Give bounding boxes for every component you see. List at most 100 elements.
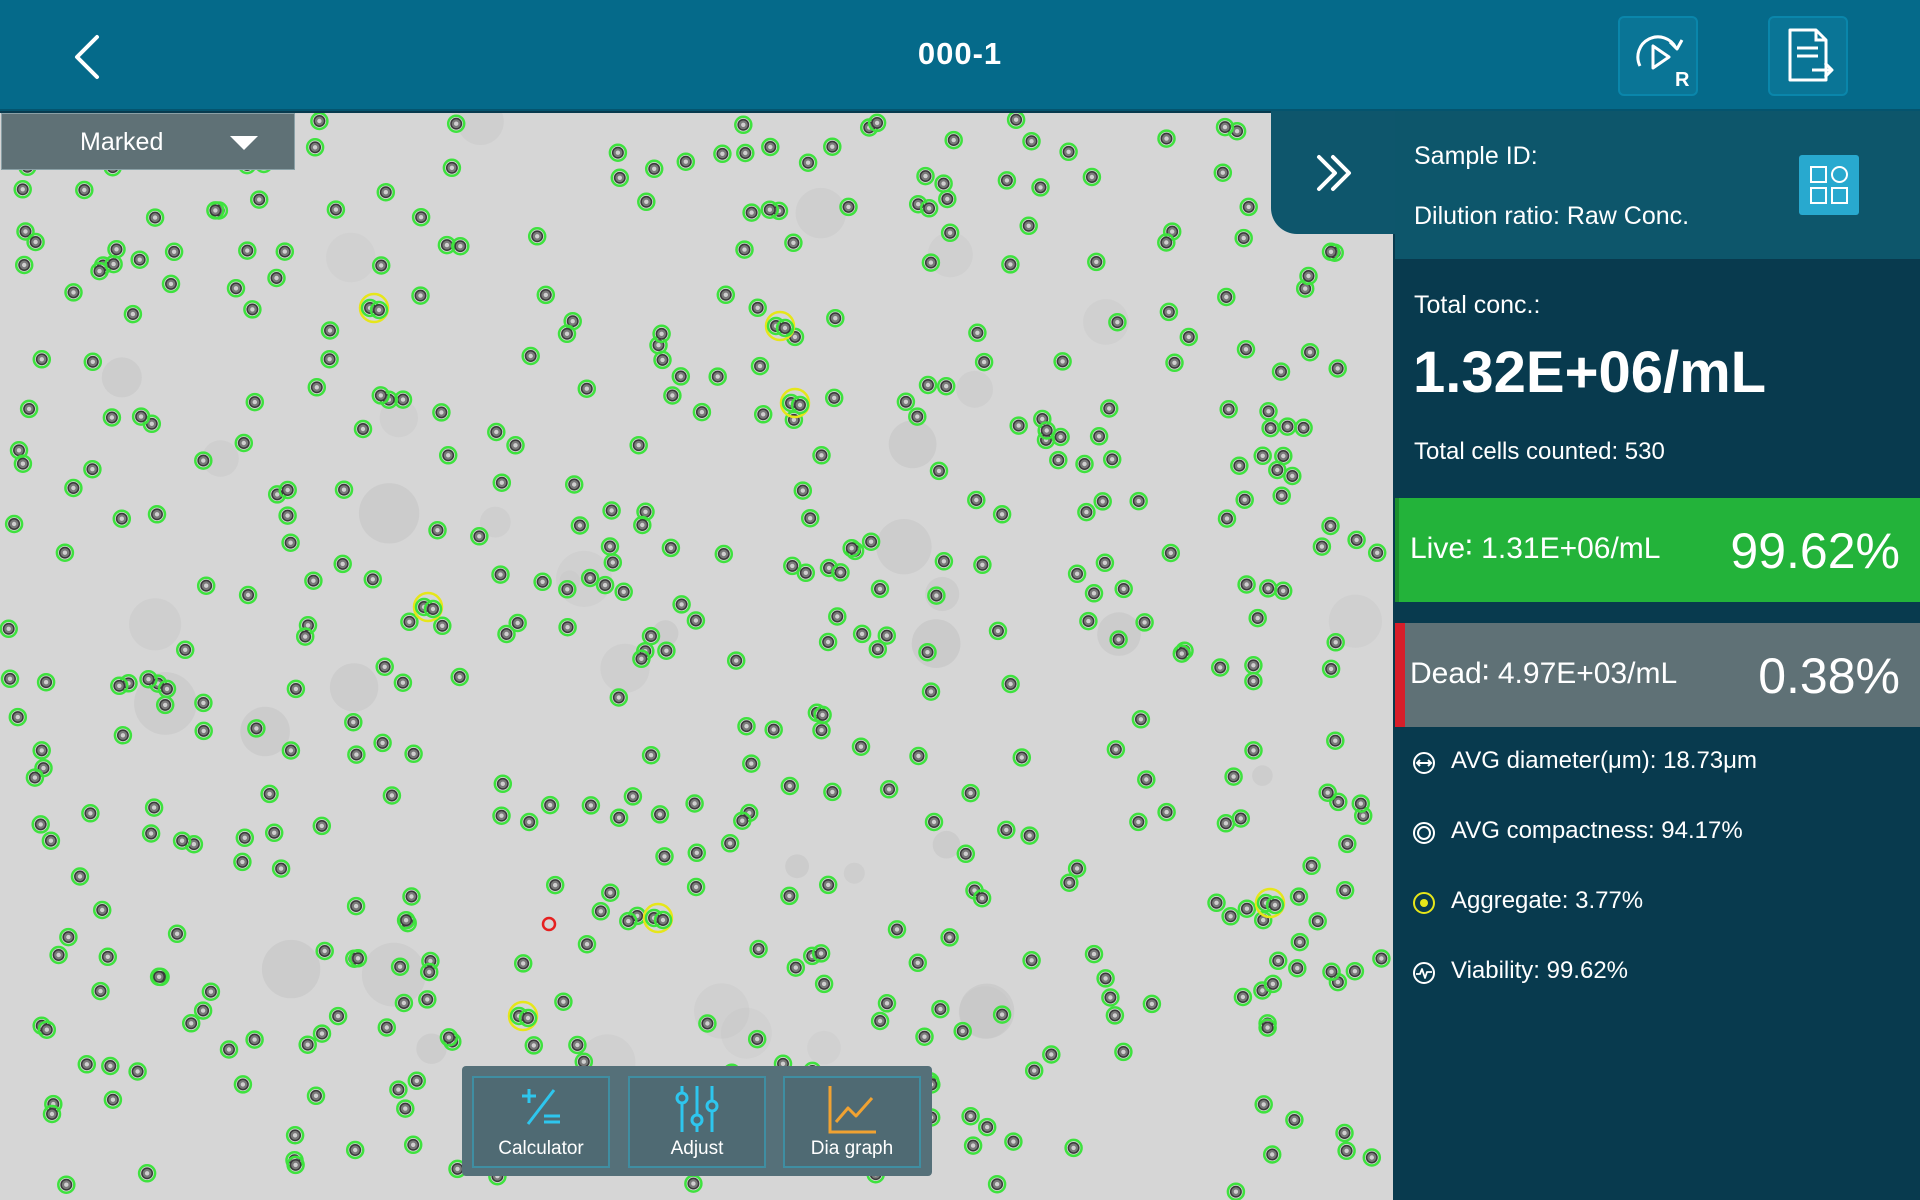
live-cell	[632, 649, 651, 669]
live-cell	[1261, 418, 1280, 438]
live-cell	[295, 627, 315, 646]
collapse-panel-button[interactable]	[1271, 111, 1395, 234]
live-cell	[619, 911, 638, 931]
live-cell	[519, 812, 539, 832]
live-cell	[623, 787, 643, 806]
line-chart-icon	[828, 1086, 876, 1134]
live-cell	[671, 367, 691, 386]
live-cell	[536, 285, 556, 305]
live-cell	[653, 350, 672, 370]
live-cell	[491, 565, 510, 584]
live-cell	[742, 754, 761, 773]
live-cell	[13, 180, 32, 199]
live-cell	[915, 1027, 934, 1046]
live-cell	[271, 859, 291, 878]
live-cell	[851, 737, 871, 756]
live-cell	[1037, 421, 1056, 440]
live-cell	[36, 672, 56, 692]
live-cell	[577, 934, 597, 954]
live-cell	[450, 667, 469, 687]
live-cell	[103, 1090, 123, 1109]
live-cell	[737, 716, 756, 736]
live-cell	[988, 621, 1008, 641]
live-cell	[1219, 400, 1238, 419]
live-cell	[879, 780, 899, 799]
live-cell	[487, 422, 506, 442]
live-cell	[608, 143, 628, 162]
export-report-button[interactable]	[1768, 16, 1848, 96]
background-debris	[129, 598, 182, 651]
live-cell	[345, 1140, 365, 1160]
live-cell	[1248, 608, 1267, 628]
live-cell	[1009, 416, 1028, 435]
live-cell	[90, 261, 109, 281]
dead-cells-bar: Dead∶ 4.97E+03/mL 0.38%	[1395, 623, 1920, 727]
live-cell	[1079, 611, 1098, 631]
live-cell	[492, 473, 512, 492]
live-cell	[867, 113, 887, 133]
live-cell	[784, 233, 803, 253]
live-cell	[55, 543, 75, 562]
live-cell	[172, 831, 192, 850]
live-cell	[908, 953, 928, 973]
calculator-button[interactable]: Calculator	[472, 1076, 610, 1168]
live-cell	[641, 745, 661, 765]
cell-image-view[interactable]	[0, 113, 1393, 1200]
dia-graph-button[interactable]: Dia graph	[783, 1076, 921, 1168]
live-cell	[1006, 113, 1026, 129]
live-cell	[194, 451, 213, 470]
live-cell	[157, 679, 177, 699]
live-cell	[940, 223, 960, 243]
live-cell	[637, 192, 656, 212]
live-cell	[1129, 812, 1148, 832]
live-cell	[734, 115, 753, 135]
live-cell	[233, 852, 252, 872]
live-cell	[1217, 287, 1236, 307]
live-cell	[1020, 826, 1039, 845]
live-cell	[164, 242, 184, 262]
live-cell	[1031, 178, 1050, 197]
live-cell	[814, 974, 834, 994]
layout-toggle-button[interactable]	[1799, 155, 1859, 215]
live-cell	[347, 745, 366, 764]
background-debris	[329, 663, 379, 712]
live-cell	[1101, 988, 1120, 1007]
results-panel: Sample ID: Dilution ratio: Raw Conc. Tot…	[1395, 111, 1920, 1200]
live-cell	[929, 461, 949, 481]
live-cell	[32, 350, 52, 369]
live-cell	[748, 298, 767, 318]
replay-button[interactable]: R	[1618, 16, 1698, 96]
live-cell	[652, 324, 671, 344]
dead-percent: 0.38%	[1758, 648, 1900, 704]
display-mode-dropdown[interactable]: Marked	[1, 113, 295, 170]
live-cell	[233, 1075, 253, 1094]
live-cell	[609, 688, 629, 707]
live-cell	[1019, 216, 1038, 236]
live-cell	[786, 958, 806, 977]
live-cell	[557, 324, 577, 344]
live-cell	[1137, 770, 1156, 789]
live-cell	[1042, 1045, 1061, 1064]
live-cell	[1321, 242, 1341, 262]
live-cell	[1084, 584, 1104, 603]
live-cell	[663, 386, 682, 405]
live-cell	[375, 657, 394, 677]
live-cell	[780, 776, 800, 796]
live-cell	[438, 446, 458, 465]
live-cell	[591, 902, 611, 921]
live-cell	[419, 962, 439, 982]
live-cell	[813, 705, 832, 725]
background-debris	[361, 942, 426, 1007]
live-cell	[393, 673, 413, 692]
live-cell	[570, 516, 590, 535]
live-cell	[908, 407, 927, 426]
live-cell	[13, 454, 33, 473]
live-cell	[1207, 893, 1226, 913]
live-cell	[1165, 353, 1184, 373]
live-cell	[286, 679, 306, 699]
live-cell	[1299, 266, 1318, 286]
live-cell	[1239, 197, 1258, 217]
live-cell	[432, 403, 451, 422]
live-cell	[19, 399, 39, 419]
adjust-button[interactable]: Adjust	[628, 1076, 766, 1168]
